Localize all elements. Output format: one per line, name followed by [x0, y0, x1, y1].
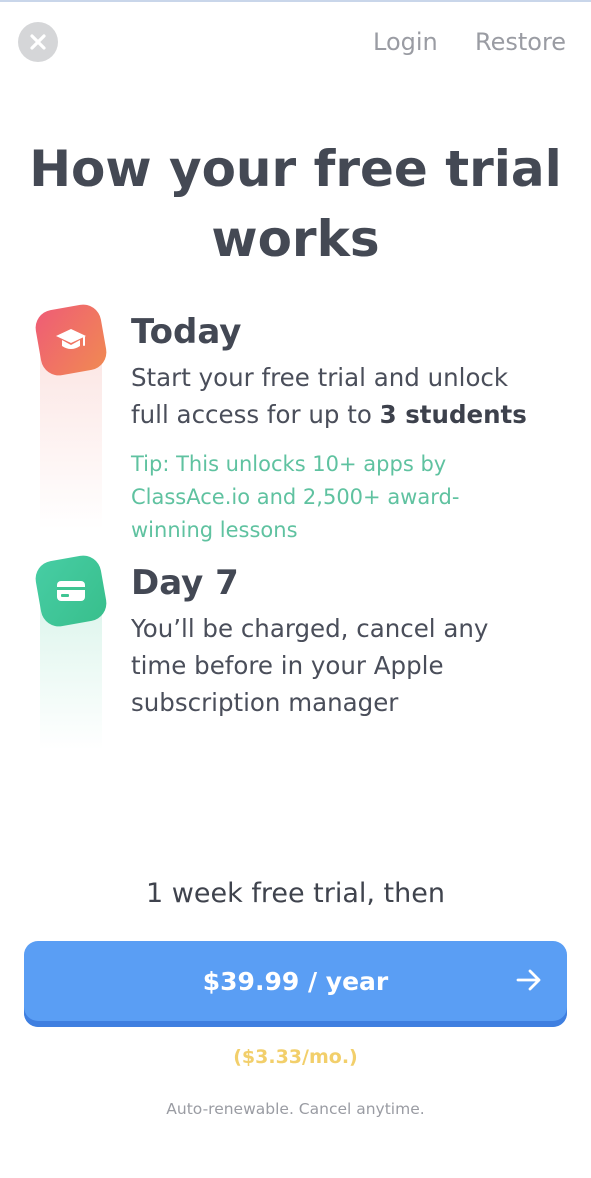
page-title-line-1: How your free trial [29, 140, 562, 198]
credit-card-icon [57, 581, 85, 601]
arrow-right-icon [516, 969, 541, 991]
step-day7-body: You’ll be charged, cancel any time befor… [131, 614, 489, 717]
graduation-cap-icon [56, 329, 86, 349]
subscribe-button[interactable]: $39.99 / year [24, 941, 567, 1027]
login-link[interactable]: Login [373, 28, 438, 56]
trial-note: 1 week free trial, then [146, 878, 445, 909]
timeline-track-today [40, 350, 102, 530]
restore-link[interactable]: Restore [475, 28, 566, 56]
step-today-heading: Today [131, 312, 242, 352]
subscribe-button-label: $39.99 / year [202, 966, 389, 996]
step-day7-badge [32, 552, 110, 630]
monthly-price: ($3.33/mo.) [233, 1046, 358, 1068]
step-today-body: Start your free trial and unlock full ac… [131, 359, 551, 433]
page-title: How your free trial works [0, 134, 591, 274]
step-today-tip: Tip: This unlocks 10+ apps by ClassAce.i… [131, 452, 460, 542]
top-divider [0, 0, 591, 2]
close-icon [30, 34, 46, 50]
close-button[interactable] [18, 22, 58, 62]
page-title-line-2: works [211, 210, 380, 268]
renewal-fine-print: Auto-renewable. Cancel anytime. [166, 1100, 425, 1118]
step-day7-heading: Day 7 [131, 563, 239, 603]
student-limit: 3 students [379, 400, 527, 429]
step-today-badge [32, 301, 110, 379]
